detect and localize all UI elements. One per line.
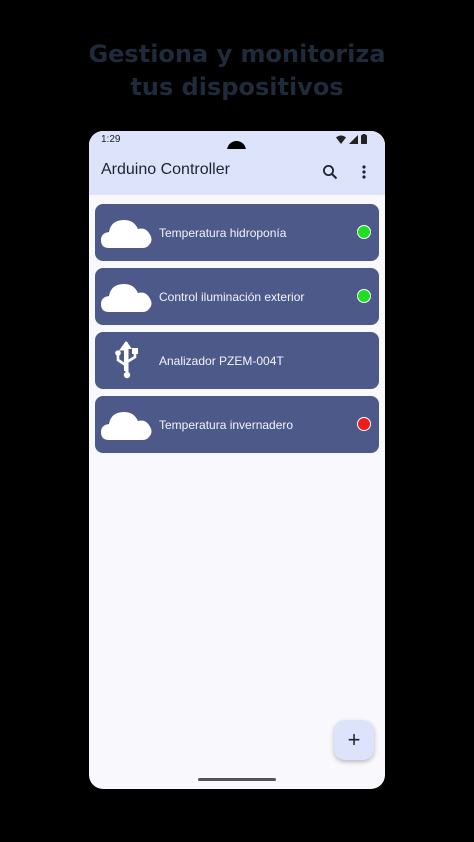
status-offline-dot — [357, 417, 371, 431]
more-vert-icon — [362, 165, 366, 179]
device-name: Control iluminación exterior — [159, 290, 305, 304]
signal-icon — [349, 134, 358, 144]
cloud-icon — [101, 284, 152, 312]
promo-headline: Gestiona y monitoriza tus dispositivos — [0, 38, 474, 104]
status-time: 1:29 — [101, 134, 121, 145]
status-online-dot — [357, 289, 371, 303]
device-name: Temperatura invernadero — [159, 418, 294, 432]
app-title: Arduino Controller — [101, 161, 230, 178]
device-card[interactable]: Control iluminación exterior — [95, 268, 379, 325]
app-bar: Arduino Controller — [89, 149, 385, 195]
wifi-icon — [336, 135, 346, 144]
home-indicator[interactable] — [198, 778, 276, 781]
search-icon — [323, 165, 338, 180]
battery-icon — [361, 134, 367, 144]
device-name: Analizador PZEM-004T — [159, 354, 284, 368]
add-device-button[interactable]: + — [334, 720, 374, 760]
device-name: Temperatura hidroponía — [159, 226, 287, 240]
device-list: Temperatura hidroponía Control iluminaci… — [95, 204, 379, 460]
phone-screen: 1:29 Arduino Controller Temperatura hidr… — [89, 131, 385, 789]
search-button[interactable] — [319, 161, 341, 183]
device-card[interactable]: Analizador PZEM-004T — [95, 332, 379, 389]
device-card[interactable]: Temperatura hidroponía — [95, 204, 379, 261]
more-options-button[interactable] — [353, 161, 375, 183]
add-icon: + — [347, 727, 361, 752]
headline-line-2: tus dispositivos — [130, 73, 344, 101]
cloud-icon — [101, 412, 152, 440]
cloud-icon — [101, 220, 152, 248]
usb-icon — [115, 341, 138, 379]
headline-line-1: Gestiona y monitoriza — [88, 40, 386, 68]
status-online-dot — [357, 225, 371, 239]
status-icons — [336, 134, 367, 144]
device-card[interactable]: Temperatura invernadero — [95, 396, 379, 453]
